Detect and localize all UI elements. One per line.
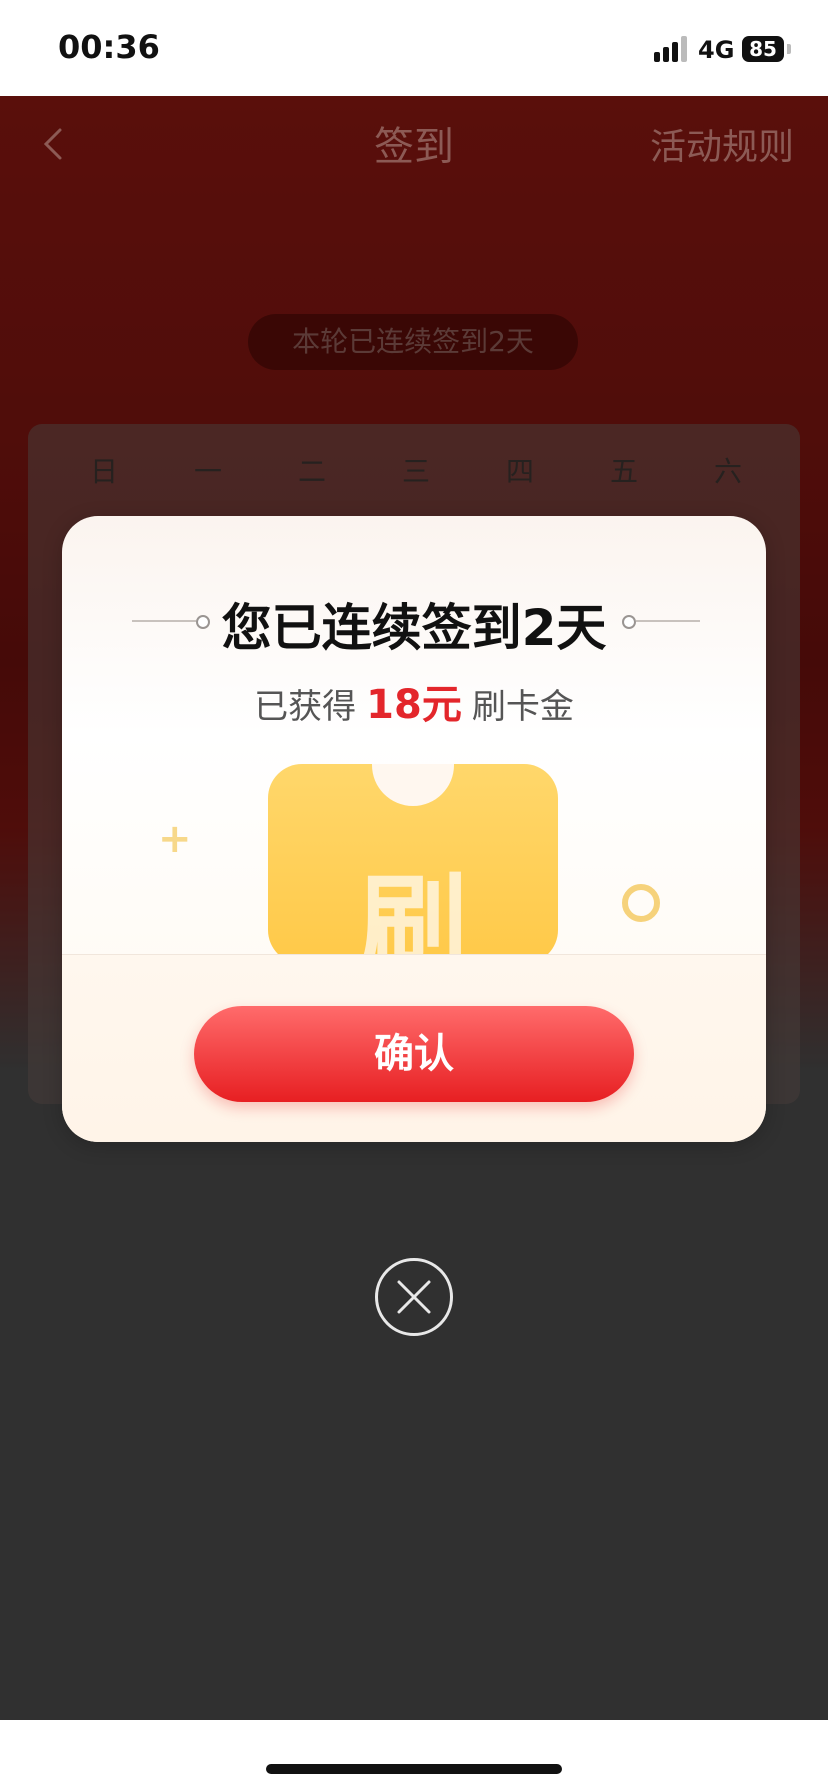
- sparkle-plus-icon: +: [158, 816, 192, 862]
- status-time: 00:36: [58, 28, 160, 66]
- sparkle-ring-icon: [622, 884, 660, 922]
- home-indicator-area: [0, 1720, 828, 1792]
- title-decoration-right: [622, 614, 700, 629]
- reward-subtitle: 已获得 18元 刷卡金: [62, 672, 766, 730]
- ticket-notch: [372, 764, 454, 806]
- activity-rules-link[interactable]: 活动规则: [650, 118, 794, 170]
- nav-bar: 签到 活动规则: [0, 96, 828, 192]
- battery-tip: [787, 44, 791, 54]
- reward-amount: 18元: [366, 682, 462, 728]
- confirm-button[interactable]: 确认: [194, 1006, 634, 1102]
- battery-icon: 85: [742, 36, 784, 62]
- network-type: 4G: [698, 36, 735, 64]
- close-icon[interactable]: [375, 1258, 453, 1336]
- reward-suffix: 刷卡金: [471, 687, 574, 727]
- reward-prefix: 已获得: [254, 687, 357, 727]
- checkin-success-modal: 您已连续签到2天 已获得 18元 刷卡金 + 刷 确认: [62, 516, 766, 1142]
- ticket-char: 刷: [358, 862, 468, 964]
- home-indicator[interactable]: [266, 1764, 562, 1774]
- cellular-signal-icon: [654, 36, 688, 62]
- status-bar: 00:36 4G 85: [0, 0, 828, 96]
- reward-ticket-icon: 刷: [268, 764, 558, 964]
